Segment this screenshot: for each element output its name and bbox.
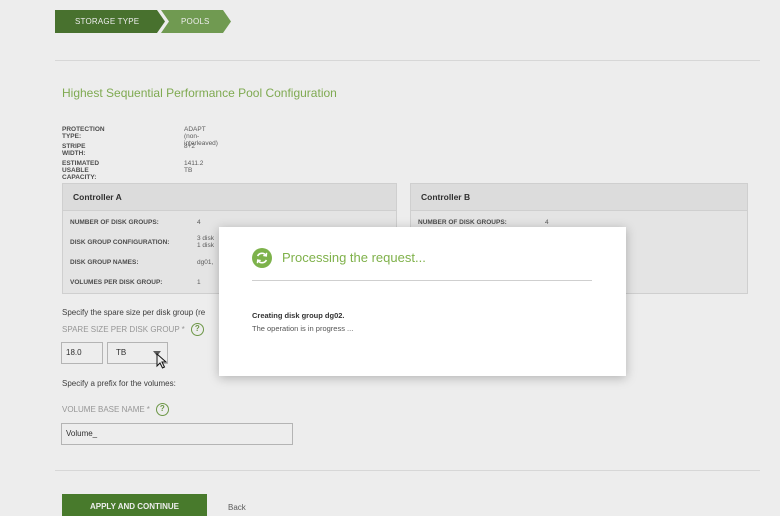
- dialog-divider: [252, 280, 592, 281]
- refresh-icon: [252, 248, 272, 268]
- dialog-title: Processing the request...: [282, 250, 426, 265]
- processing-dialog: Processing the request... Creating disk …: [219, 227, 626, 376]
- dialog-detail: The operation is in progress ...: [252, 324, 354, 333]
- dialog-status: Creating disk group dg02.: [252, 311, 345, 320]
